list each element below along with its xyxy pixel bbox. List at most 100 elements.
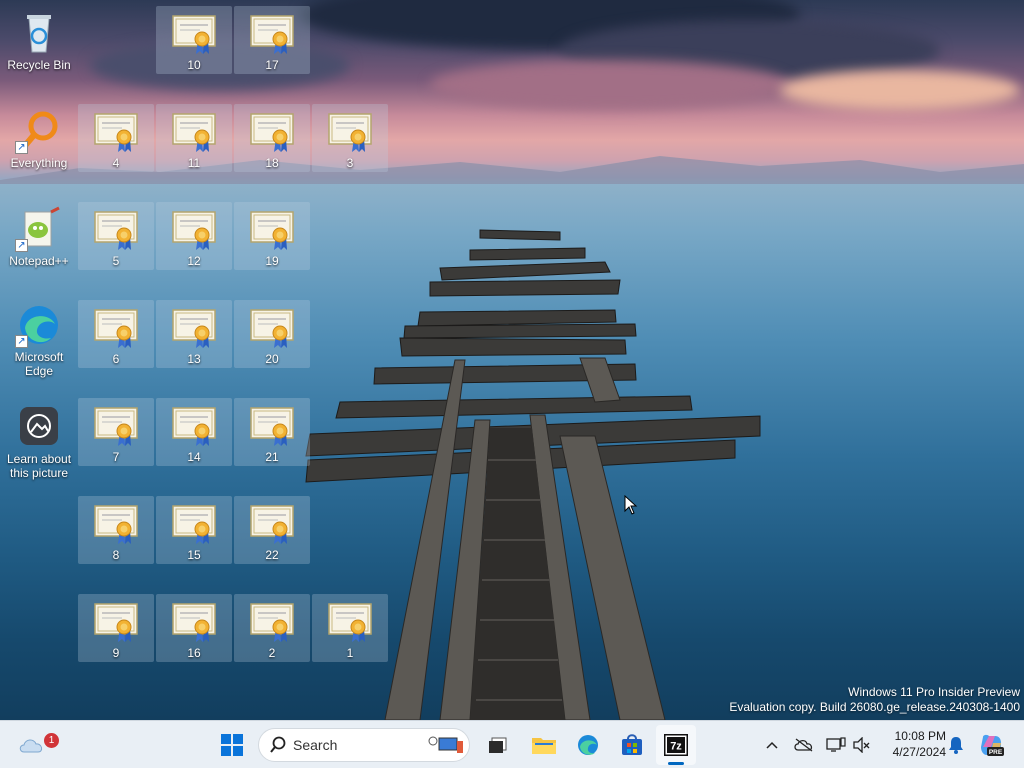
certificate-file-icon[interactable]: 17 — [234, 6, 310, 74]
clock-date: 4/27/2024 — [892, 745, 946, 759]
certificate-file-icon[interactable]: 6 — [78, 300, 154, 368]
taskbar-clock[interactable]: 10:08 PM 4/27/2024 — [880, 728, 946, 760]
certificate-file-label: 18 — [265, 156, 279, 170]
certificate-icon — [170, 500, 218, 546]
desktop-icon-label: Notepad++ — [9, 254, 69, 268]
taskbar-app-file-explorer[interactable] — [524, 725, 564, 765]
weather-cloud-icon — [19, 739, 43, 753]
certificate-file-icon[interactable]: 21 — [234, 398, 310, 466]
search-icon — [270, 736, 286, 753]
certificate-file-label: 10 — [187, 58, 201, 72]
certificate-file-label: 13 — [187, 352, 201, 366]
taskbar-app-7zip[interactable]: 7z — [656, 725, 696, 765]
windows-logo-icon — [221, 734, 243, 756]
desktop-icon-label: Recycle Bin — [7, 58, 71, 72]
certificate-icon — [92, 598, 140, 644]
certificate-icon — [326, 598, 374, 644]
taskbar-search-box[interactable]: Search — [258, 728, 470, 762]
certificate-icon — [92, 304, 140, 350]
certificate-file-icon[interactable]: 12 — [156, 202, 232, 270]
certificate-icon — [170, 304, 218, 350]
recycle-bin-icon — [15, 10, 63, 56]
desktop-icon-notepadpp[interactable]: ↗ Notepad++ — [1, 202, 77, 270]
certificate-file-label: 21 — [265, 450, 279, 464]
copilot-button[interactable]: PRE — [972, 725, 1012, 765]
certificate-icon — [248, 598, 296, 644]
certificate-file-icon[interactable]: 18 — [234, 104, 310, 172]
notifications-button[interactable] — [938, 725, 974, 765]
certificate-icon — [170, 402, 218, 448]
taskbar-app-edge[interactable] — [568, 725, 608, 765]
certificate-file-icon[interactable]: 2 — [234, 594, 310, 662]
shortcut-arrow-icon: ↗ — [15, 239, 28, 252]
certificate-file-label: 15 — [187, 548, 201, 562]
certificate-file-label: 19 — [265, 254, 279, 268]
certificate-file-label: 9 — [112, 646, 120, 660]
evaluation-watermark: Windows 11 Pro Insider Preview Evaluatio… — [729, 685, 1020, 715]
network-monitor-icon — [826, 737, 846, 752]
certificate-file-label: 22 — [265, 548, 279, 562]
certificate-icon — [170, 206, 218, 252]
search-highlight-icon — [428, 736, 463, 753]
certificate-file-label: 8 — [112, 548, 120, 562]
certificate-file-icon[interactable]: 3 — [312, 104, 388, 172]
certificate-file-icon[interactable]: 1 — [312, 594, 388, 662]
certificate-file-icon[interactable]: 10 — [156, 6, 232, 74]
certificate-file-icon[interactable]: 8 — [78, 496, 154, 564]
certificate-file-icon[interactable]: 20 — [234, 300, 310, 368]
edge-icon: ↗ — [15, 302, 63, 348]
certificate-file-icon[interactable]: 15 — [156, 496, 232, 564]
task-view-button[interactable] — [478, 725, 518, 765]
mouse-cursor-icon — [624, 495, 638, 515]
shortcut-arrow-icon: ↗ — [15, 335, 28, 348]
certificate-file-label: 5 — [112, 254, 120, 268]
onedrive-offline-icon — [794, 738, 813, 752]
certificate-icon — [248, 108, 296, 154]
certificate-icon — [248, 500, 296, 546]
desktop-icon-microsoft-edge[interactable]: ↗ Microsoft Edge — [1, 298, 77, 382]
certificate-file-label: 3 — [346, 156, 354, 170]
copilot-pre-badge: PRE — [989, 749, 1003, 756]
start-button[interactable] — [212, 725, 252, 765]
shortcut-arrow-icon: ↗ — [15, 141, 28, 154]
7zip-icon: 7z — [664, 734, 688, 756]
desktop-icon-label: Learn about this picture — [6, 452, 72, 480]
certificate-icon — [170, 108, 218, 154]
certificate-file-icon[interactable]: 5 — [78, 202, 154, 270]
desktop-icon-everything[interactable]: ↗ Everything — [1, 104, 77, 172]
certificate-file-icon[interactable]: 19 — [234, 202, 310, 270]
certificate-file-icon[interactable]: 13 — [156, 300, 232, 368]
certificate-icon — [170, 598, 218, 644]
certificate-icon — [92, 500, 140, 546]
certificate-file-label: 16 — [187, 646, 201, 660]
volume-muted-icon — [853, 737, 870, 753]
watermark-line-2: Evaluation copy. Build 26080.ge_release.… — [729, 700, 1020, 714]
onedrive-tray-button[interactable] — [786, 725, 822, 765]
task-view-icon — [489, 737, 507, 753]
everything-search-icon: ↗ — [15, 108, 63, 154]
certificate-file-icon[interactable]: 7 — [78, 398, 154, 466]
desktop-icon-learn-about-picture[interactable]: Learn about this picture — [1, 400, 77, 484]
taskbar-app-microsoft-store[interactable] — [612, 725, 652, 765]
certificate-file-icon[interactable]: 11 — [156, 104, 232, 172]
copilot-icon: PRE — [981, 734, 1004, 756]
desktop-icon-label: Everything — [10, 156, 68, 170]
certificate-file-label: 4 — [112, 156, 120, 170]
volume-tray-button[interactable] — [844, 725, 880, 765]
certificate-file-icon[interactable]: 9 — [78, 594, 154, 662]
taskbar: 1 Search 7z 10:08 PM 4/27/2024 PRE — [0, 720, 1024, 768]
desktop-icon-recycle-bin[interactable]: Recycle Bin — [1, 6, 77, 74]
widgets-button[interactable]: 1 — [12, 725, 59, 765]
certificate-icon — [248, 402, 296, 448]
certificate-icon — [92, 402, 140, 448]
clock-time: 10:08 PM — [894, 729, 946, 743]
certificate-file-icon[interactable]: 22 — [234, 496, 310, 564]
running-indicator — [668, 762, 684, 765]
certificate-file-icon[interactable]: 16 — [156, 594, 232, 662]
certificate-file-icon[interactable]: 4 — [78, 104, 154, 172]
certificate-file-icon[interactable]: 14 — [156, 398, 232, 466]
notification-badge: 1 — [44, 733, 59, 748]
certificate-file-label: 12 — [187, 254, 201, 268]
certificate-icon — [248, 304, 296, 350]
certificate-icon — [92, 108, 140, 154]
